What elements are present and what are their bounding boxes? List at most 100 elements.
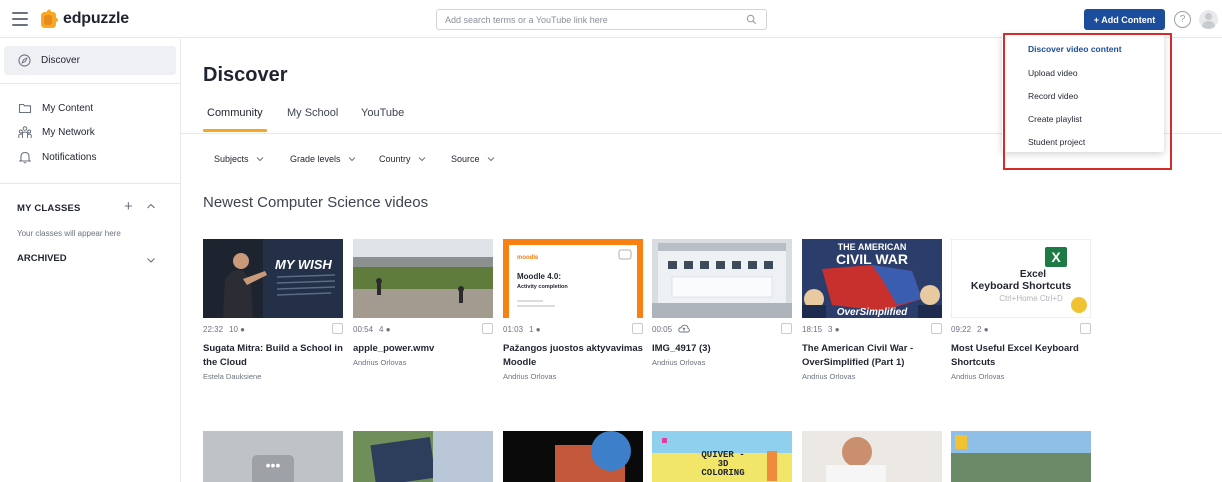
bell-icon (18, 151, 32, 164)
select-checkbox[interactable] (632, 323, 643, 334)
video-duration: 00:54 (353, 324, 374, 334)
thumbnail-brand: OverSimplified (837, 307, 908, 318)
video-author[interactable]: Andrius Orlovas (503, 372, 643, 381)
chevron-down-icon (418, 157, 425, 162)
video-title[interactable]: IMG_4917 (3) (652, 342, 792, 356)
video-card[interactable]: X Excel Keyboard Shortcuts Ctrl+Home Ctr… (951, 239, 1091, 381)
video-thumbnail[interactable] (951, 431, 1091, 482)
active-tab-indicator (203, 129, 267, 132)
video-thumbnail[interactable]: X Excel Keyboard Shortcuts Ctrl+Home Ctr… (951, 239, 1091, 318)
thumbnail-text: MY WISH (275, 257, 332, 272)
puzzle-logo-icon (41, 9, 58, 28)
video-author[interactable]: Estela Dauksiene (203, 372, 343, 381)
video-author[interactable]: Andrius Orlovas (951, 372, 1091, 381)
video-meta: 01:03 1 ● (503, 323, 643, 335)
video-meta: 09:22 2 ● (951, 323, 1091, 335)
video-card[interactable]: THE AMERICAN CIVIL WAR OverSimplified 18… (802, 239, 942, 381)
select-checkbox[interactable] (1080, 323, 1091, 334)
filter-subjects[interactable]: Subjects (214, 154, 264, 164)
usage-count: 10 ● (229, 324, 246, 334)
sidebar-item-my-network[interactable]: My Network (18, 125, 95, 139)
filter-label: Subjects (214, 154, 249, 164)
user-avatar[interactable] (1199, 10, 1218, 29)
video-card[interactable]: 00:05 IMG_4917 (3) Andrius Orlovas (652, 239, 792, 367)
video-thumbnail[interactable] (353, 239, 493, 318)
my-classes-heading: MY CLASSES (17, 203, 81, 214)
archived-heading[interactable]: ARCHIVED (17, 253, 67, 264)
excel-x-glyph: X (1051, 249, 1061, 265)
video-meta: 00:05 (652, 323, 792, 335)
chevron-up-icon[interactable] (146, 201, 156, 211)
select-checkbox[interactable] (781, 323, 792, 334)
video-title[interactable]: Most Useful Excel Keyboard Shortcuts (951, 342, 1091, 370)
filter-source[interactable]: Source (451, 154, 495, 164)
tab-youtube[interactable]: YouTube (361, 107, 404, 119)
video-thumbnail[interactable]: QUIVER - 3D COLORING (652, 431, 792, 482)
thumbnail-subtext: CIVIL WAR (836, 251, 908, 267)
video-card[interactable]: 00:54 4 ● apple_power.wmv Andrius Orlova… (353, 239, 493, 367)
sidebar-item-notifications[interactable]: Notifications (18, 150, 96, 164)
cloud-upload-icon (678, 324, 690, 333)
search-bar (436, 9, 767, 30)
tab-community[interactable]: Community (207, 107, 263, 119)
filter-label: Grade levels (290, 154, 341, 164)
usage-count: 1 ● (529, 324, 541, 334)
sidebar-item-discover[interactable]: Discover (4, 46, 176, 75)
hamburger-menu-icon[interactable] (12, 12, 28, 26)
add-content-button[interactable]: + Add Content (1084, 9, 1165, 30)
video-duration: 09:22 (951, 324, 972, 334)
folder-icon (18, 103, 32, 114)
drop-icon: ● (834, 324, 840, 334)
video-author[interactable]: Andrius Orlovas (353, 358, 493, 367)
video-title[interactable]: apple_power.wmv (353, 342, 493, 356)
filter-label: Country (379, 154, 411, 164)
tab-my-school[interactable]: My School (287, 107, 338, 119)
video-thumbnail[interactable] (353, 431, 493, 482)
video-card[interactable]: MY WISH 22:32 10 ● Sugata Mitra: Build a… (203, 239, 343, 381)
usage-count: 4 ● (379, 324, 391, 334)
video-meta: 18:15 3 ● (802, 323, 942, 335)
select-checkbox[interactable] (332, 323, 343, 334)
video-author[interactable]: Andrius Orlovas (652, 358, 792, 367)
drop-icon: ● (535, 324, 541, 334)
chevron-down-icon[interactable] (146, 255, 156, 265)
video-thumbnail[interactable]: moodle Moodle 4.0: Activity completion (503, 239, 643, 318)
sidebar-item-my-content[interactable]: My Content (18, 101, 93, 115)
video-meta: 00:54 4 ● (353, 323, 493, 335)
video-thumbnail[interactable]: ••• (203, 431, 343, 482)
video-title[interactable]: The American Civil War - OverSimplified … (802, 342, 942, 370)
add-class-plus-icon[interactable]: + (124, 198, 133, 215)
thumbnail-text: QUIVER - 3D COLORING (701, 450, 745, 478)
select-checkbox[interactable] (931, 323, 942, 334)
video-title[interactable]: Pažangos juostos aktyvavimas Moodle (503, 342, 643, 370)
thumbnail-text: Moodle 4.0: (517, 272, 561, 281)
video-author[interactable]: Andrius Orlovas (802, 372, 942, 381)
video-duration: 18:15 (802, 324, 823, 334)
video-card[interactable]: moodle Moodle 4.0: Activity completion 0… (503, 239, 643, 381)
select-checkbox[interactable] (482, 323, 493, 334)
video-meta: 22:32 10 ● (203, 323, 343, 335)
video-thumbnail[interactable]: THE AMERICAN CIVIL WAR OverSimplified (802, 239, 942, 318)
filter-grade-levels[interactable]: Grade levels (290, 154, 356, 164)
video-thumbnail[interactable]: MY WISH (203, 239, 343, 318)
app-name: edpuzzle (63, 10, 129, 27)
thumbnail-brand: moodle (517, 255, 539, 261)
drop-icon: ● (983, 324, 989, 334)
video-thumbnail[interactable] (652, 239, 792, 318)
highlight-box (1003, 33, 1172, 170)
video-thumbnail[interactable] (503, 431, 643, 482)
search-icon[interactable] (746, 14, 757, 25)
chevron-down-icon (348, 157, 355, 162)
filter-label: Source (451, 154, 480, 164)
chevron-down-icon (487, 157, 494, 162)
thumbnail-brand: Ctrl+Home Ctrl+D (999, 294, 1063, 303)
compass-icon (18, 54, 31, 67)
video-thumbnail[interactable] (802, 431, 942, 482)
filter-country[interactable]: Country (379, 154, 426, 164)
drop-icon: ● (240, 324, 246, 334)
page-title: Discover (203, 64, 288, 86)
edpuzzle-logo[interactable]: edpuzzle (38, 8, 129, 30)
video-title[interactable]: Sugata Mitra: Build a School in the Clou… (203, 342, 343, 370)
search-input[interactable] (437, 10, 737, 30)
help-icon[interactable]: ? (1174, 11, 1191, 28)
